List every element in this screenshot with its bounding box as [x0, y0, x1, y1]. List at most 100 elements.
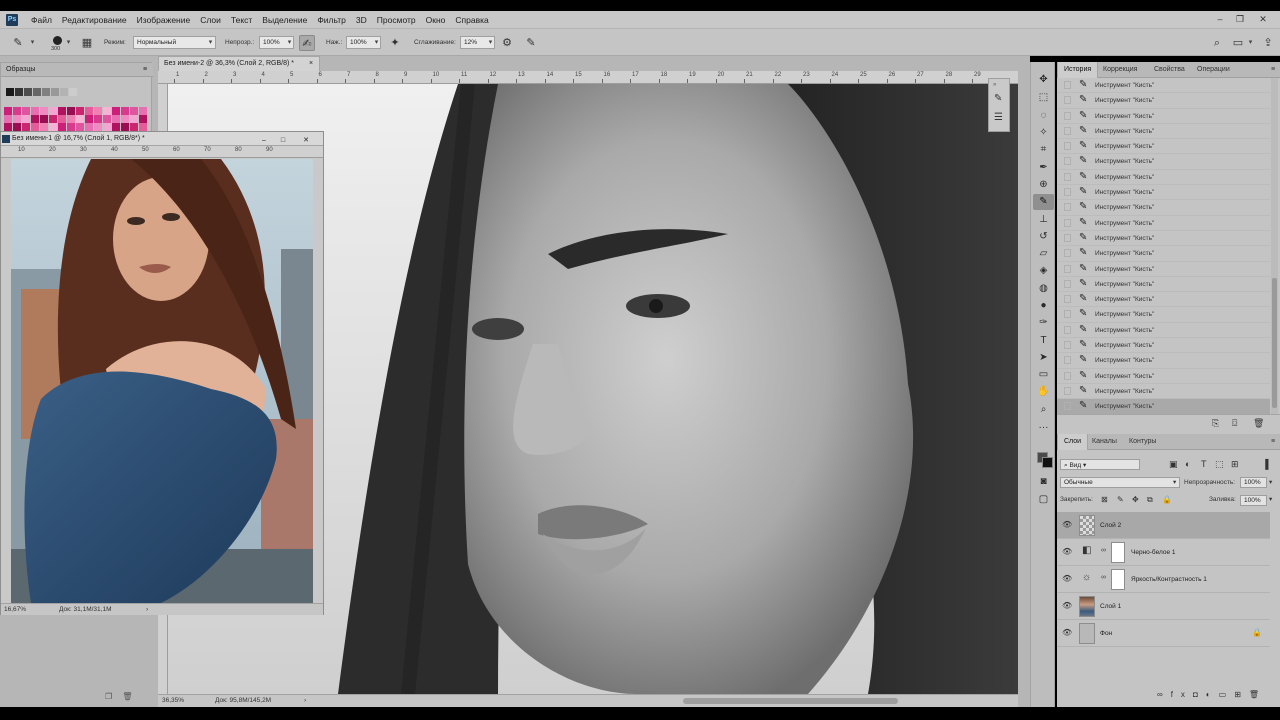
- history-checkbox[interactable]: [1064, 402, 1071, 411]
- history-entry[interactable]: ✎ Инструмент "Кисть": [1057, 231, 1270, 247]
- swatch[interactable]: [51, 88, 59, 96]
- smoothing-dropdown-icon[interactable]: ▾: [486, 36, 495, 49]
- swatch[interactable]: [24, 88, 32, 96]
- swatch[interactable]: [130, 107, 138, 115]
- swatch[interactable]: [85, 123, 93, 131]
- swatch[interactable]: [94, 115, 102, 123]
- swatch[interactable]: [49, 123, 57, 131]
- more-tools-icon[interactable]: ···: [1033, 420, 1054, 436]
- history-entry[interactable]: ✎ Инструмент "Кисть": [1057, 384, 1270, 400]
- layer-mask-thumbnail[interactable]: [1111, 569, 1125, 590]
- brush-tool-icon[interactable]: ✎: [1033, 194, 1054, 210]
- blend-mode-select[interactable]: Обычные: [1060, 477, 1180, 488]
- history-entry[interactable]: ✎ Инструмент "Кисть": [1057, 338, 1270, 354]
- filter-shape-icon[interactable]: ⬚: [1215, 459, 1224, 470]
- menu-select[interactable]: Выделение: [257, 15, 312, 25]
- stamp-tool-icon[interactable]: ⊥: [1033, 212, 1054, 228]
- history-entry[interactable]: ✎ Инструмент "Кисть": [1057, 399, 1270, 414]
- dodge-tool-icon[interactable]: ●: [1033, 298, 1054, 314]
- history-checkbox[interactable]: [1064, 157, 1071, 166]
- menu-edit[interactable]: Редактирование: [57, 15, 132, 25]
- screen-mode-icon[interactable]: ▢: [1033, 492, 1054, 508]
- restore-icon[interactable]: ❐: [1233, 13, 1247, 25]
- color-photo[interactable]: [11, 159, 313, 603]
- tab-history[interactable]: История: [1057, 62, 1099, 78]
- layer-row-layer2[interactable]: 👁 Слой 2: [1057, 512, 1270, 539]
- history-checkbox[interactable]: [1064, 203, 1071, 212]
- swatch[interactable]: [60, 88, 68, 96]
- brush-settings-icon[interactable]: ▦: [79, 35, 95, 51]
- history-scrollbar[interactable]: [1271, 78, 1278, 414]
- panel-menu-icon[interactable]: ≡: [1265, 434, 1280, 450]
- history-entry[interactable]: ✎ Инструмент "Кисть": [1057, 277, 1270, 293]
- tab-layers[interactable]: Слои: [1057, 434, 1089, 450]
- eraser-tool-icon[interactable]: ▱: [1033, 246, 1054, 262]
- history-entry[interactable]: ✎ Инструмент "Кисть": [1057, 170, 1270, 186]
- blur-tool-icon[interactable]: ◍: [1033, 281, 1054, 297]
- history-brush-tool-icon[interactable]: ↺: [1033, 229, 1054, 245]
- menu-help[interactable]: Справка: [450, 15, 493, 25]
- swatch[interactable]: [76, 107, 84, 115]
- share-icon[interactable]: ⇪: [1260, 35, 1276, 51]
- swatch[interactable]: [76, 115, 84, 123]
- swatch[interactable]: [40, 123, 48, 131]
- menu-view[interactable]: Просмотр: [372, 15, 421, 25]
- history-checkbox[interactable]: [1064, 249, 1071, 258]
- swatch[interactable]: [13, 123, 21, 131]
- swatch[interactable]: [31, 107, 39, 115]
- swatch[interactable]: [94, 107, 102, 115]
- swatch[interactable]: [94, 123, 102, 131]
- history-entry[interactable]: ✎ Инструмент "Кисть": [1057, 154, 1270, 170]
- menu-3d[interactable]: 3D: [351, 15, 372, 25]
- marquee-tool-icon[interactable]: ⬚: [1033, 90, 1054, 106]
- search-icon[interactable]: ⌕: [1209, 35, 1225, 51]
- swatch[interactable]: [103, 107, 111, 115]
- swatch[interactable]: [15, 88, 23, 96]
- filter-adjustment-icon[interactable]: ◐: [1185, 459, 1190, 469]
- swatch[interactable]: [4, 107, 12, 115]
- swatch[interactable]: [49, 107, 57, 115]
- swatch[interactable]: [130, 123, 138, 131]
- blend-mode-dropdown-icon[interactable]: ▾: [1173, 478, 1176, 486]
- swatch[interactable]: [22, 115, 30, 123]
- history-entry[interactable]: ✎ Инструмент "Кисть": [1057, 139, 1270, 155]
- minimize-icon[interactable]: –: [1213, 13, 1227, 25]
- swatch[interactable]: [121, 107, 129, 115]
- new-swatch-icon[interactable]: ❐: [105, 692, 112, 701]
- swatch[interactable]: [40, 115, 48, 123]
- brush-tool-icon[interactable]: ✎: [10, 35, 26, 51]
- swatch[interactable]: [22, 107, 30, 115]
- swatch[interactable]: [58, 115, 66, 123]
- chain-link-icon[interactable]: ∞: [1101, 574, 1106, 581]
- swatch[interactable]: [58, 107, 66, 115]
- healing-tool-icon[interactable]: ⊕: [1033, 177, 1054, 193]
- visibility-eye-icon[interactable]: 👁: [1062, 601, 1072, 610]
- swatch[interactable]: [76, 123, 84, 131]
- pressure-dropdown-icon[interactable]: ▾: [372, 36, 381, 49]
- swatch[interactable]: [67, 123, 75, 131]
- swatch[interactable]: [40, 107, 48, 115]
- tool-preset-dropdown-icon[interactable]: ▾: [28, 36, 37, 49]
- chain-link-icon[interactable]: ∞: [1101, 547, 1106, 554]
- close-tab-icon[interactable]: ×: [309, 60, 313, 67]
- swatch[interactable]: [112, 123, 120, 131]
- layer-row-layer1[interactable]: 👁 Слой 1: [1057, 593, 1270, 620]
- gear-icon[interactable]: ⚙: [499, 35, 515, 51]
- history-entry[interactable]: ✎ Инструмент "Кисть": [1057, 109, 1270, 124]
- panel-menu-icon[interactable]: ≡: [143, 66, 147, 73]
- brush-settings-panel-icon[interactable]: ☰: [994, 112, 1003, 123]
- swatch[interactable]: [58, 123, 66, 131]
- layer-filter-select[interactable]: ⌕ Вид ▾: [1060, 459, 1140, 470]
- fx-icon[interactable]: fx: [1171, 690, 1193, 699]
- menu-window[interactable]: Окно: [421, 15, 451, 25]
- swatch[interactable]: [112, 107, 120, 115]
- layer-row-brightness-contrast[interactable]: 👁 ☼ ∞ Яркость/Контрастность 1: [1057, 566, 1270, 593]
- menu-type[interactable]: Текст: [226, 15, 257, 25]
- main-zoom-value[interactable]: 36,35%: [162, 697, 184, 704]
- swatches-tab[interactable]: Образцы ≡: [1, 63, 153, 77]
- collapse-icon[interactable]: »: [993, 82, 996, 88]
- history-entry[interactable]: ✎ Инструмент "Кисть": [1057, 323, 1270, 339]
- quick-select-tool-icon[interactable]: ✧: [1033, 125, 1054, 141]
- fill-dropdown-icon[interactable]: ▾: [1269, 495, 1272, 503]
- swatch[interactable]: [121, 123, 129, 131]
